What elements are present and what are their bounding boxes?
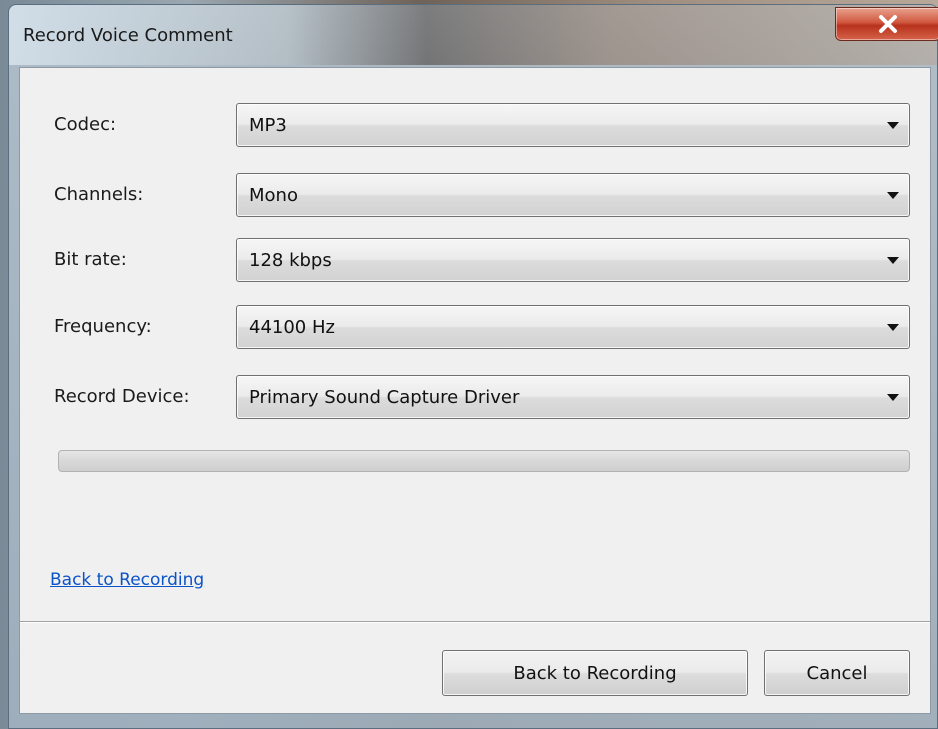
channels-value: Mono [249,185,298,206]
bitrate-label: Bit rate: [54,249,127,270]
title-bar[interactable]: Record Voice Comment [9,5,938,65]
back-to-recording-button[interactable]: Back to Recording [442,650,748,696]
close-button[interactable] [835,7,938,41]
window-title: Record Voice Comment [23,25,233,46]
record-device-label: Record Device: [54,386,190,407]
frequency-value: 44100 Hz [249,317,335,338]
frequency-select[interactable]: 44100 Hz [236,305,910,349]
codec-label: Codec: [54,114,117,135]
chevron-down-icon [887,192,899,199]
chevron-down-icon [887,324,899,331]
channels-select[interactable]: Mono [236,173,910,217]
codec-select[interactable]: MP3 [236,103,910,147]
chevron-down-icon [887,122,899,129]
chevron-down-icon [887,394,899,401]
bitrate-value: 128 kbps [249,250,332,271]
codec-value: MP3 [249,115,287,136]
dialog-window: Record Voice Comment Codec: MP3 Channels… [8,4,938,729]
recording-progress-bar [58,450,910,472]
back-to-recording-link[interactable]: Back to Recording [50,570,204,590]
record-device-value: Primary Sound Capture Driver [249,387,520,408]
channels-label: Channels: [54,184,144,205]
close-icon [879,15,897,33]
separator [20,621,930,623]
chevron-down-icon [887,257,899,264]
dialog-content: Codec: MP3 Channels: Mono Bit rate: 128 … [19,67,931,714]
cancel-button[interactable]: Cancel [764,650,910,696]
frequency-label: Frequency: [54,316,152,337]
bitrate-select[interactable]: 128 kbps [236,238,910,282]
record-device-select[interactable]: Primary Sound Capture Driver [236,375,910,419]
